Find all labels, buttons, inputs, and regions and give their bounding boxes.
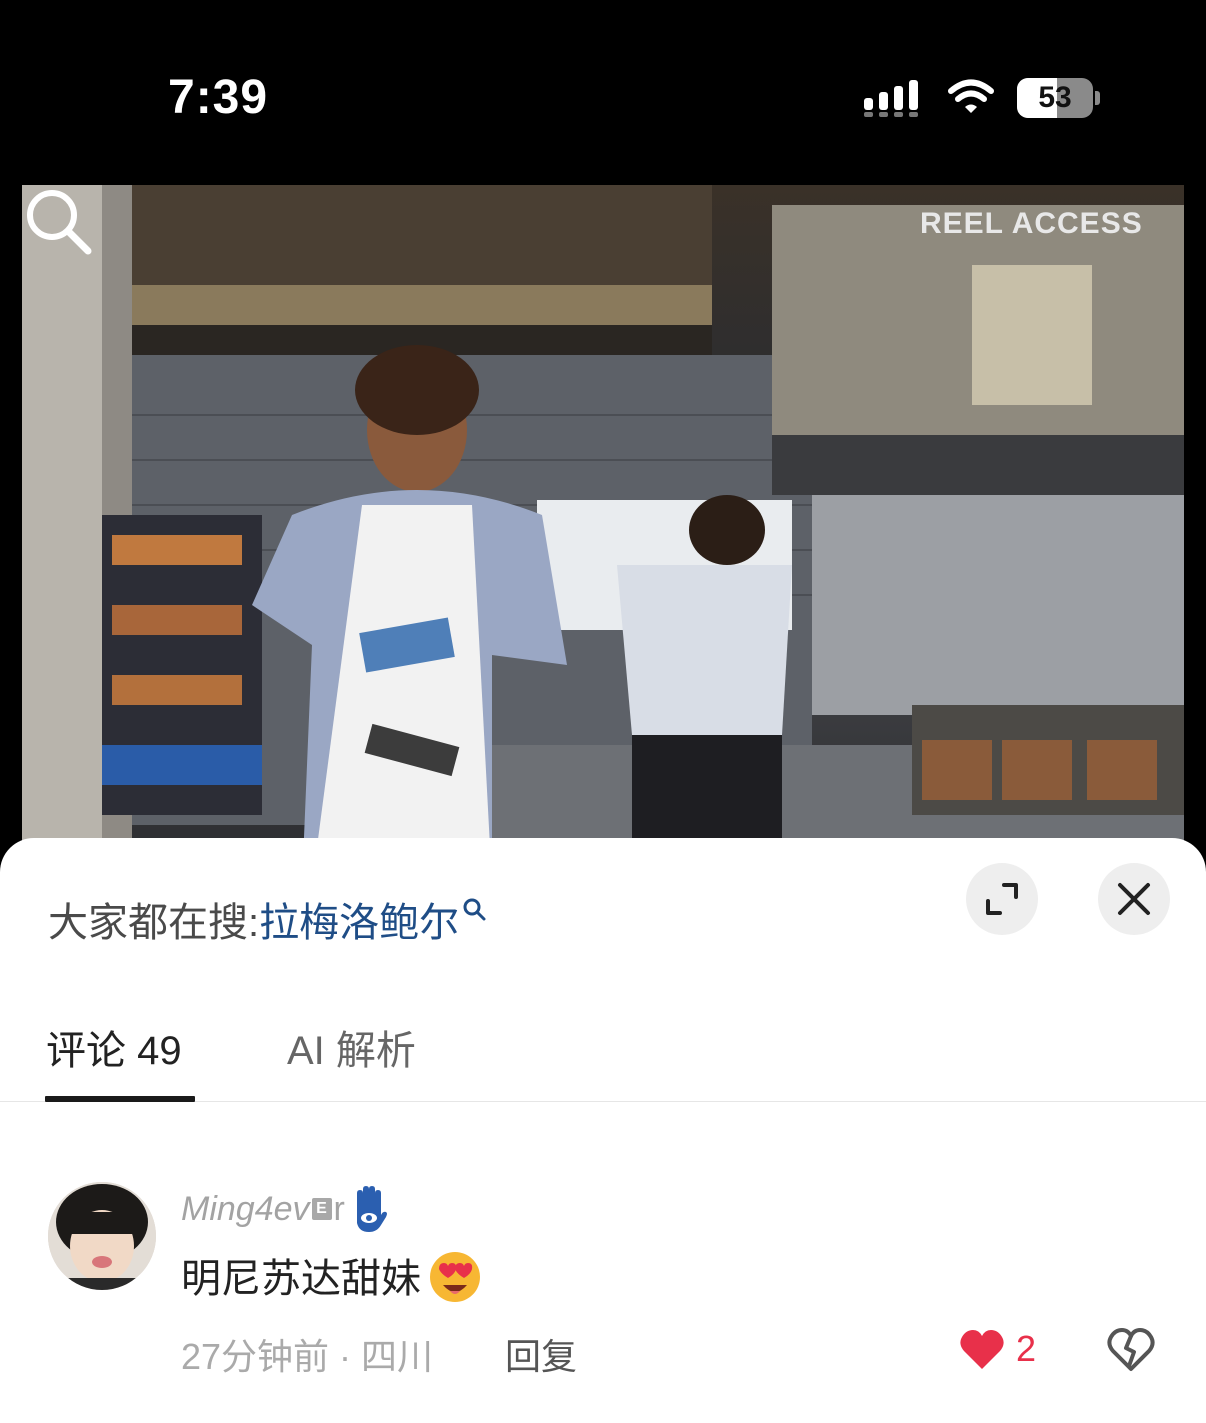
comment-item: Ming4ev E r 明尼苏达甜妹 27分钟前 · 四川 回复 2 xyxy=(0,1178,1206,1398)
battery-percent: 53 xyxy=(1038,81,1072,114)
heart-icon[interactable] xyxy=(958,1326,1006,1374)
signal-icon xyxy=(864,80,918,117)
video-watermark: REEL ACCESS xyxy=(920,207,1143,240)
username-text: Ming4ev xyxy=(181,1189,310,1228)
avatar[interactable] xyxy=(48,1182,156,1290)
battery-icon: 53 xyxy=(1017,78,1101,118)
comment-username[interactable]: Ming4ev E r xyxy=(181,1184,389,1234)
username-suffix: r xyxy=(333,1189,345,1228)
broken-heart-icon[interactable] xyxy=(1106,1326,1156,1374)
tab-comments[interactable]: 评论 49 xyxy=(46,1018,182,1076)
wifi-icon xyxy=(948,79,994,113)
search-suggestion[interactable]: 大家都在搜:拉梅洛鲍尔 xyxy=(48,890,487,948)
video-player[interactable]: REEL ACCESS xyxy=(22,185,1184,885)
search-icon xyxy=(463,898,486,921)
expand-button[interactable] xyxy=(966,863,1038,935)
tab-ai-analysis[interactable]: AI 解析 xyxy=(287,1018,416,1076)
search-suggestion-prefix: 大家都在搜: xyxy=(48,901,260,945)
close-icon xyxy=(1118,883,1150,915)
expand-icon xyxy=(986,883,1018,915)
video-frame-illustration xyxy=(22,185,1184,885)
tab-bar: 评论 49 AI 解析 xyxy=(0,1006,1206,1102)
search-icon[interactable] xyxy=(22,185,94,257)
hamsa-icon xyxy=(356,1186,387,1232)
status-time: 7:39 xyxy=(168,71,269,124)
comment-sheet: 大家都在搜:拉梅洛鲍尔 评论 49 AI 解析 Ming4ev E r 明尼苏达… xyxy=(0,838,1206,1423)
heart-eyes-emoji-icon xyxy=(430,1252,480,1302)
tab-indicator xyxy=(45,1096,195,1102)
comment-text: 明尼苏达甜妹 xyxy=(181,1246,485,1304)
reply-button[interactable]: 回复 xyxy=(505,1328,577,1380)
close-button[interactable] xyxy=(1098,863,1170,935)
username-badge: E xyxy=(311,1198,332,1220)
search-suggestion-keyword[interactable]: 拉梅洛鲍尔 xyxy=(259,901,459,945)
status-bar: 7:39 53 xyxy=(0,0,1206,185)
comment-meta: 27分钟前 · 四川 xyxy=(181,1336,434,1377)
like-count: 2 xyxy=(1016,1328,1037,1369)
comment-body: 明尼苏达甜妹 xyxy=(181,1257,421,1301)
